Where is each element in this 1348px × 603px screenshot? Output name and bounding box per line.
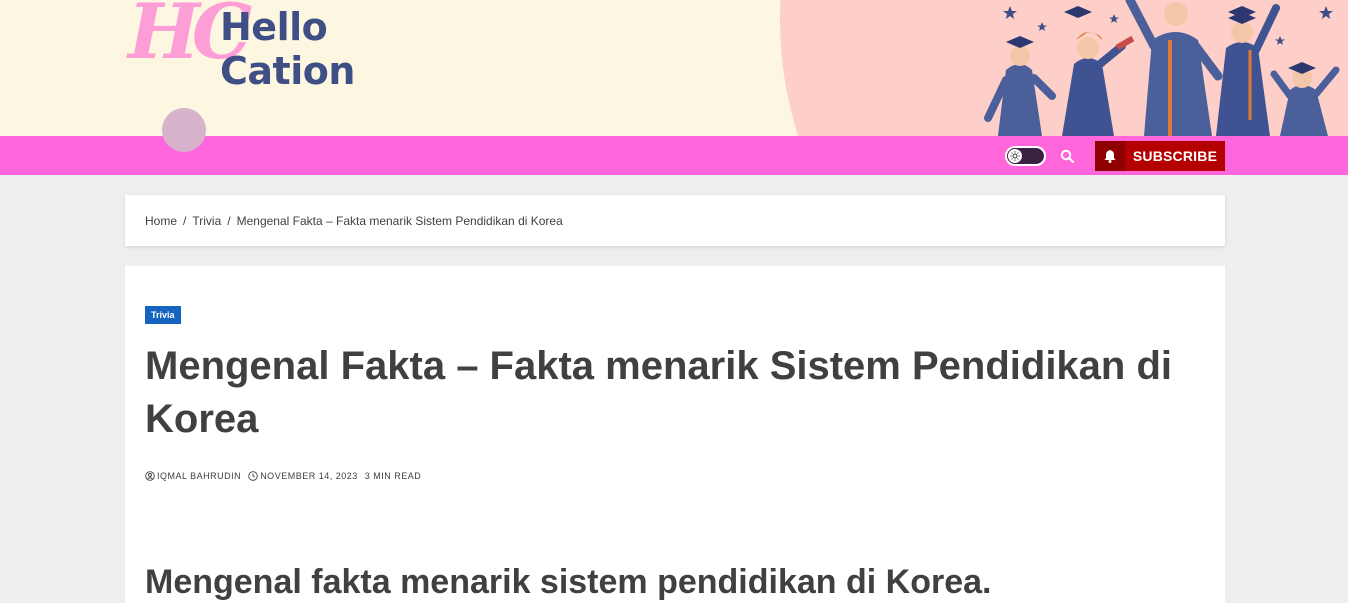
article-meta: IQMAL BAHRUDIN NOVEMBER 14, 2023 3 MIN R…: [145, 471, 428, 481]
user-icon: [145, 471, 155, 481]
read-time: 3 MIN READ: [364, 471, 422, 481]
site-logo[interactable]: HC Hello Cation: [128, 0, 388, 100]
post-date-text: NOVEMBER 14, 2023: [260, 471, 358, 481]
logo-text-line1: Hello: [220, 5, 328, 49]
article-card: Trivia Mengenal Fakta – Fakta menarik Si…: [125, 266, 1225, 603]
breadcrumb-separator: /: [183, 213, 187, 228]
site-header-banner: HC Hello Cation: [0, 0, 1348, 136]
article-title: Mengenal Fakta – Fakta menarik Sistem Pe…: [145, 344, 1173, 441]
category-badge[interactable]: Trivia: [145, 306, 181, 324]
breadcrumb-separator: /: [227, 213, 231, 228]
breadcrumb: Home / Trivia / Mengenal Fakta – Fakta m…: [125, 195, 1225, 246]
theme-toggle[interactable]: [1005, 146, 1046, 166]
bell-icon: [1095, 141, 1125, 171]
graduates-illustration: [984, 0, 1340, 136]
breadcrumb-home[interactable]: Home: [145, 214, 177, 228]
logo-text-line2: Cation: [220, 49, 355, 93]
decorative-dot: [162, 108, 206, 152]
post-date[interactable]: NOVEMBER 14, 2023: [248, 471, 358, 481]
author-link[interactable]: IQMAL BAHRUDIN: [145, 471, 241, 481]
sun-icon: [1008, 149, 1022, 163]
subscribe-label: SUBSCRIBE: [1132, 148, 1218, 164]
breadcrumb-category[interactable]: Trivia: [192, 214, 221, 228]
subscribe-button[interactable]: SUBSCRIBE: [1095, 141, 1225, 171]
search-icon: [1060, 149, 1074, 163]
article-subheading: Mengenal fakta menarik sistem pendidikan…: [145, 563, 992, 601]
search-button[interactable]: [1056, 145, 1078, 167]
author-name: IQMAL BAHRUDIN: [157, 471, 242, 481]
clock-icon: [248, 471, 258, 481]
breadcrumb-current: Mengenal Fakta – Fakta menarik Sistem Pe…: [236, 213, 563, 228]
